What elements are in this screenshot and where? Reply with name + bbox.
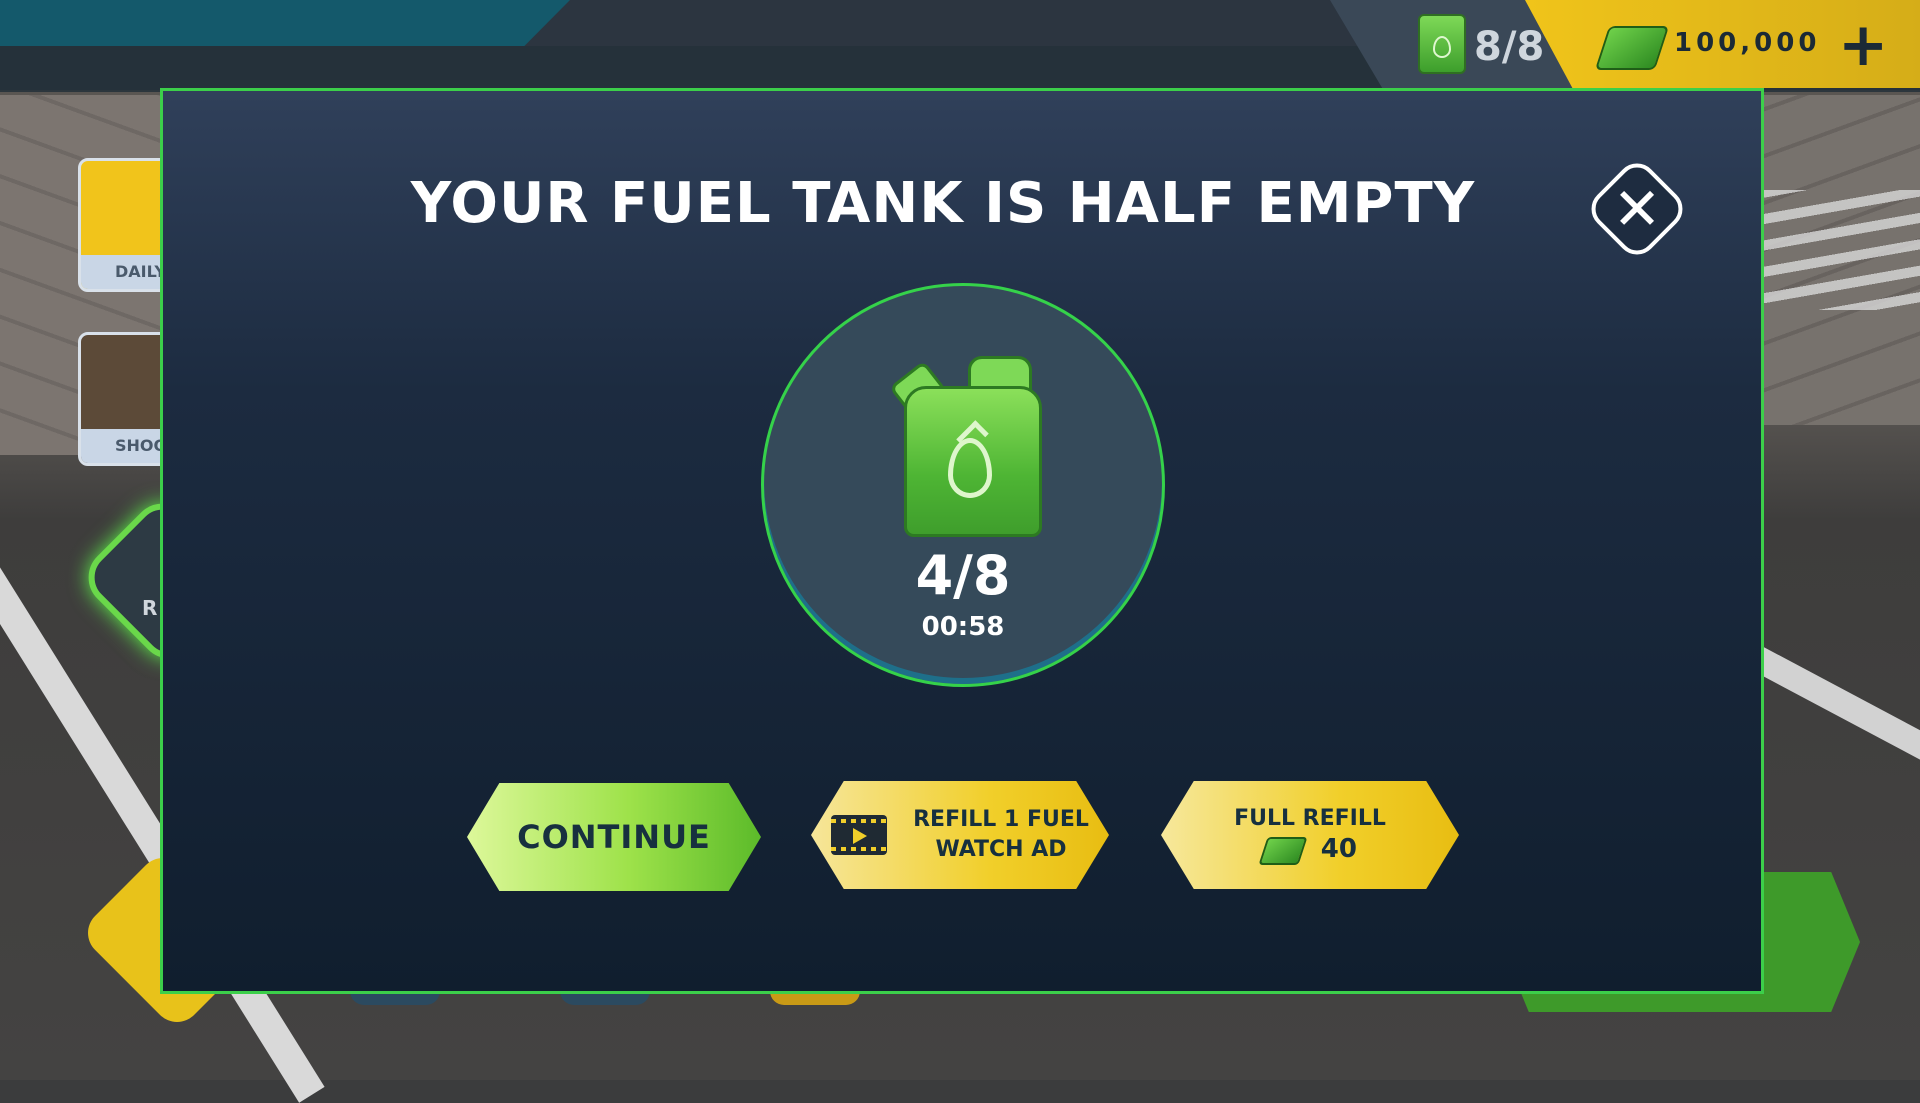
full-refill-label: FULL REFILL	[1234, 806, 1386, 831]
fuel-can-icon	[888, 356, 1042, 537]
full-refill-cost: 40	[1320, 834, 1357, 864]
continue-label: CONTINUE	[517, 818, 711, 856]
refill-ad-line2: WATCH AD	[935, 837, 1067, 862]
full-refill-button[interactable]: FULL REFILL 40	[1161, 781, 1459, 889]
cash-icon	[1258, 837, 1308, 865]
hud-fuel-count: 8/8	[1474, 24, 1545, 70]
fuel-count: 4/8	[915, 544, 1011, 607]
refill-timer: 00:58	[921, 612, 1005, 642]
add-cash-button[interactable]: +	[1838, 10, 1888, 80]
fuel-modal: YOUR FUEL TANK IS HALF EMPTY ✕ 4/8 00:58…	[160, 88, 1764, 994]
hud-cash-amount: 100,000	[1674, 28, 1821, 58]
fuel-can-icon	[1418, 14, 1466, 74]
video-icon	[831, 815, 888, 855]
continue-button[interactable]: CONTINUE	[467, 783, 761, 891]
fuel-status-circle: 4/8 00:58	[761, 283, 1165, 687]
close-icon: ✕	[1612, 175, 1662, 243]
top-banner	[0, 0, 570, 46]
refill-ad-line1: REFILL 1 FUEL	[913, 807, 1089, 832]
race-mode-label: R	[142, 596, 158, 620]
refill-watch-ad-button[interactable]: REFILL 1 FUEL WATCH AD	[811, 781, 1109, 889]
modal-title: YOUR FUEL TANK IS HALF EMPTY	[410, 171, 1476, 236]
crosswalk	[1750, 190, 1920, 310]
